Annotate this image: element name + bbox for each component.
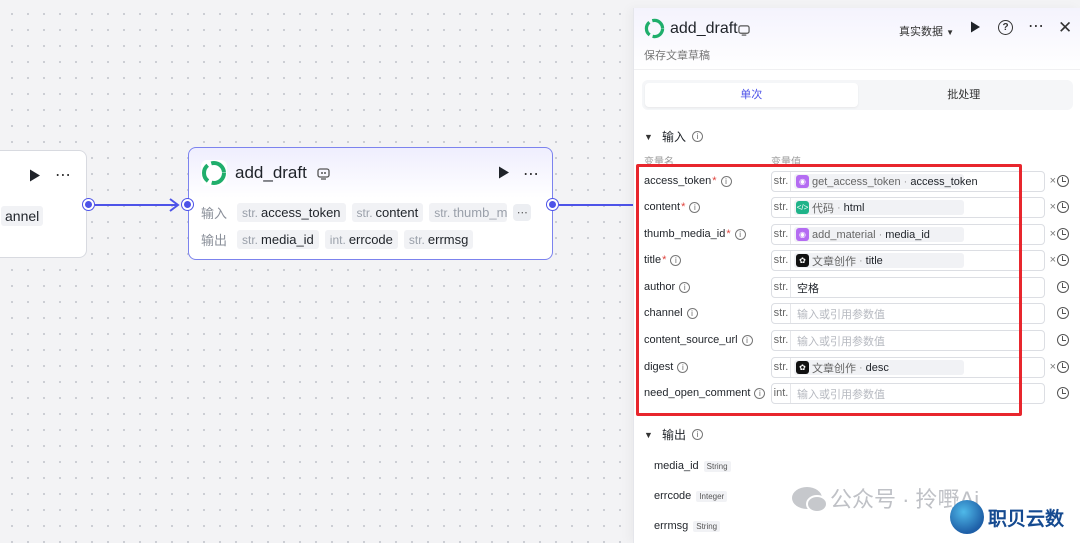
more-inputs-button[interactable]: ⋯ xyxy=(513,204,532,221)
variable-picker-icon[interactable] xyxy=(1057,387,1069,399)
variable-picker-icon[interactable] xyxy=(1057,307,1069,319)
variable-picker-icon[interactable] xyxy=(1057,201,1069,213)
info-icon[interactable]: i xyxy=(692,131,704,142)
panel-title: add_draft xyxy=(670,20,738,37)
tab-batch[interactable]: 批处理 xyxy=(858,83,1071,107)
run-icon[interactable] xyxy=(29,169,41,182)
input-port[interactable] xyxy=(182,199,193,210)
output-type-badge: String xyxy=(703,460,731,472)
variable-picker-icon[interactable] xyxy=(1057,175,1069,187)
variable-picker-icon[interactable] xyxy=(1057,281,1069,293)
node-title: add_draft xyxy=(235,163,307,182)
input-section-header[interactable]: ▼ 输入 i xyxy=(644,128,704,145)
input-chip: str. content xyxy=(351,203,424,222)
output-chip: str. media_id xyxy=(237,230,319,249)
output-item: media_id String xyxy=(654,460,731,472)
panel-description: 保存文章草稿 xyxy=(644,50,710,62)
data-mode-dropdown[interactable]: 真实数据 ▼ xyxy=(899,23,954,39)
connection-edge[interactable] xyxy=(95,204,177,206)
caret-down-icon: ▼ xyxy=(946,28,954,37)
clear-icon[interactable]: × xyxy=(1050,228,1056,240)
clear-icon[interactable]: × xyxy=(1050,175,1056,187)
info-icon[interactable]: i xyxy=(692,429,704,440)
variable-picker-icon[interactable] xyxy=(1057,361,1069,373)
outputs-label: 输出 xyxy=(201,233,228,248)
add-draft-node[interactable]: add_draft ⋯ 输入 str. access_token str. cont… xyxy=(188,147,553,260)
caret-down-icon: ▼ xyxy=(644,131,653,142)
more-icon[interactable]: ⋯ xyxy=(1028,16,1044,36)
brand-watermark: 职贝云数 xyxy=(950,500,1064,534)
plugin-badge-icon xyxy=(317,168,330,180)
panel-header: add_draft 保存文章草稿 真实数据 ▼ ? ⋯ ✕ xyxy=(634,8,1080,70)
connection-edge[interactable] xyxy=(559,204,633,206)
inputs-label: 输入 xyxy=(201,206,228,221)
variable-picker-icon[interactable] xyxy=(1057,228,1069,240)
caret-down-icon: ▼ xyxy=(644,429,653,440)
run-mode-tabs: 单次 批处理 xyxy=(642,80,1073,110)
wechat-icon xyxy=(792,487,828,513)
output-port[interactable] xyxy=(83,199,94,210)
plugin-logo-icon xyxy=(644,18,665,39)
edge-arrow-icon xyxy=(169,198,180,212)
output-type-badge: String xyxy=(693,520,721,532)
output-item: errcode Integer xyxy=(654,490,728,502)
node-outputs-row: 输出 str. media_id int. errcode str. errmsg xyxy=(201,230,474,249)
output-section-header[interactable]: ▼ 输出 i xyxy=(644,426,704,443)
clear-icon[interactable]: × xyxy=(1050,201,1056,213)
more-icon[interactable]: ⋯ xyxy=(55,165,71,185)
variable-picker-icon[interactable] xyxy=(1057,254,1069,266)
input-chip: str. thumb_m xyxy=(429,203,508,222)
variable-picker-icon[interactable] xyxy=(1057,334,1069,346)
output-type-badge: Integer xyxy=(696,490,728,502)
node-inputs-row: 输入 str. access_token str. content str. thum… xyxy=(201,203,532,222)
output-chip: str. errmsg xyxy=(403,230,474,249)
input-chip: str. access_token xyxy=(237,203,346,222)
run-icon[interactable] xyxy=(498,166,510,179)
output-chip: int. errcode xyxy=(324,230,398,249)
more-icon[interactable]: ⋯ xyxy=(523,164,540,184)
clear-icon[interactable]: × xyxy=(1050,361,1056,373)
output-port[interactable] xyxy=(547,199,558,210)
help-icon[interactable]: ? xyxy=(998,20,1013,35)
tab-single[interactable]: 单次 xyxy=(645,83,858,107)
previous-node[interactable]: ⋯ annel xyxy=(0,150,87,258)
clear-icon[interactable]: × xyxy=(1050,254,1056,266)
run-icon[interactable] xyxy=(970,21,981,33)
plugin-logo-icon xyxy=(201,160,227,186)
brand-logo-icon xyxy=(950,500,984,534)
highlight-annotation-box xyxy=(636,164,1022,416)
output-item: errmsg String xyxy=(654,520,721,532)
close-icon[interactable]: ✕ xyxy=(1058,18,1072,38)
node-param-chip: annel xyxy=(1,206,44,226)
plugin-badge-icon xyxy=(738,25,750,36)
